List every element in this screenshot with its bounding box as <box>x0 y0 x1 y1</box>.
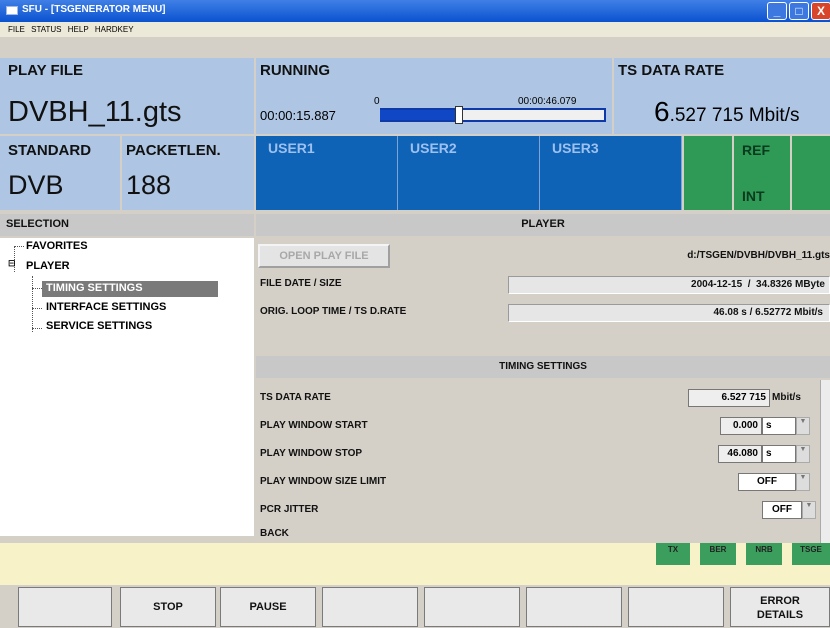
play-window-size-limit-select[interactable]: OFF <box>738 473 796 491</box>
app-icon <box>6 6 18 15</box>
window-title: SFU - [TSGENERATOR MENU] <box>22 4 166 15</box>
ref-box: REF INT <box>734 136 790 210</box>
ts-data-rate-field[interactable]: 6.527 715 <box>688 389 770 407</box>
selection-tree: FAVORITES ⊟ PLAYER TIMING SETTINGS INTER… <box>0 238 254 536</box>
timing-settings-header: TIMING SETTINGS <box>256 356 830 378</box>
tree-line <box>32 328 42 329</box>
ts-rate-panel: TS DATA RATE 6.527 715 Mbit/s <box>614 58 830 134</box>
loop-time-label: ORIG. LOOP TIME / TS D.RATE <box>260 306 407 317</box>
play-window-stop-unit[interactable]: s <box>762 445 796 463</box>
ber-indicator: BER <box>700 543 736 565</box>
total-time: 00:00:46.079 <box>518 96 577 107</box>
status-green-box <box>684 136 732 210</box>
file-date-label: FILE DATE / SIZE <box>260 278 342 289</box>
standard-label: STANDARD <box>8 142 92 159</box>
progress-thumb[interactable] <box>455 106 463 124</box>
tree-line <box>14 246 24 247</box>
play-window-start-field[interactable]: 0.000 <box>720 417 762 435</box>
packetlen-label: PACKETLEN. <box>126 142 221 159</box>
user1-box[interactable]: USER1 <box>256 136 398 210</box>
ts-rate-value-frac: .527 715 Mbit/s <box>669 105 800 126</box>
play-window-size-limit-label: PLAY WINDOW SIZE LIMIT <box>260 476 387 487</box>
play-window-start-label: PLAY WINDOW START <box>260 420 368 431</box>
user2-label: USER2 <box>410 140 457 156</box>
play-file-panel: PLAY FILE DVBH_11.gts <box>0 58 254 134</box>
softkey-5[interactable] <box>424 587 520 627</box>
play-file-value: DVBH_11.gts <box>8 96 182 128</box>
ts-data-rate-label: TS DATA RATE <box>260 392 331 403</box>
menu-status[interactable]: STATUS <box>31 25 61 34</box>
nrb-indicator: NRB <box>746 543 782 565</box>
file-date-value: 2004-12-15 / 34.8326 MByte <box>508 276 830 294</box>
progress-fill <box>380 110 457 120</box>
progress-start-mark: 0 <box>374 96 380 107</box>
ts-rate-value: 6.527 715 Mbit/s <box>654 96 800 128</box>
tree-item-timing-settings[interactable]: TIMING SETTINGS <box>42 281 218 297</box>
menu-hardkey[interactable]: HARDKEY <box>95 25 134 34</box>
file-path: d:/TSGEN/DVBH/DVBH_11.gts <box>687 250 830 261</box>
user2-box[interactable]: USER2 <box>398 136 540 210</box>
status-green-box-2 <box>792 136 830 210</box>
packetlen-panel: PACKETLEN. 188 <box>122 136 254 210</box>
tsge-indicator: TSGE <box>792 543 830 565</box>
play-window-stop-label: PLAY WINDOW STOP <box>260 448 363 459</box>
player-header: PLAYER <box>256 214 830 236</box>
pcr-jitter-dropdown-icon[interactable]: ▼ <box>802 501 816 519</box>
tree-expand-icon[interactable]: ⊟ <box>8 258 16 269</box>
menu-help[interactable]: HELP <box>68 25 89 34</box>
ts-rate-value-int: 6 <box>654 96 670 127</box>
tree-line <box>32 308 42 309</box>
ts-rate-label: TS DATA RATE <box>618 62 725 79</box>
ref-value: INT <box>742 188 765 204</box>
tree-item-service-settings[interactable]: SERVICE SETTINGS <box>46 320 152 332</box>
close-icon[interactable]: X <box>811 2 830 20</box>
loop-time-value: 46.08 s / 6.52772 Mbit/s <box>508 304 830 322</box>
tx-indicator: TX <box>656 543 690 565</box>
menu-file[interactable]: FILE <box>8 25 25 34</box>
tree-item-player[interactable]: PLAYER <box>26 260 70 272</box>
stop-button[interactable]: STOP <box>120 587 216 627</box>
pcr-jitter-label: PCR JITTER <box>260 504 319 515</box>
softkey-1[interactable] <box>18 587 112 627</box>
ref-label: REF <box>742 142 770 158</box>
back-item[interactable]: BACK <box>260 528 289 539</box>
softkey-6[interactable] <box>526 587 622 627</box>
play-file-label: PLAY FILE <box>8 62 84 79</box>
play-window-start-unit[interactable]: s <box>762 417 796 435</box>
status-bar-lower <box>0 565 830 585</box>
tree-line <box>32 288 42 289</box>
play-window-stop-dropdown-icon[interactable]: ▼ <box>796 445 810 463</box>
selection-header: SELECTION <box>0 214 254 236</box>
user1-label: USER1 <box>268 140 315 156</box>
ts-data-rate-unit: Mbit/s <box>772 392 801 403</box>
softkey-4[interactable] <box>322 587 418 627</box>
play-window-size-limit-dropdown-icon[interactable]: ▼ <box>796 473 810 491</box>
running-panel: RUNNING 00:00:15.887 0 00:00:46.079 <box>256 58 612 134</box>
pause-button[interactable]: PAUSE <box>220 587 316 627</box>
running-label: RUNNING <box>260 62 330 79</box>
tree-line <box>32 276 33 332</box>
play-window-stop-field[interactable]: 46.080 <box>718 445 762 463</box>
elapsed-time: 00:00:15.887 <box>260 108 336 123</box>
open-play-file-button[interactable]: OPEN PLAY FILE <box>258 244 390 268</box>
standard-value: DVB <box>8 170 64 200</box>
tree-item-favorites[interactable]: FAVORITES <box>26 240 88 252</box>
user3-box[interactable]: USER3 <box>540 136 682 210</box>
softkey-7[interactable] <box>628 587 724 627</box>
timing-scrollbar[interactable] <box>820 380 830 543</box>
user3-label: USER3 <box>552 140 599 156</box>
pcr-jitter-select[interactable]: OFF <box>762 501 802 519</box>
play-window-start-dropdown-icon[interactable]: ▼ <box>796 417 810 435</box>
timing-settings-list: TS DATA RATE 6.527 715 Mbit/s PLAY WINDO… <box>256 380 820 543</box>
menu-bar: FILE STATUS HELP HARDKEY <box>0 22 830 37</box>
packetlen-value: 188 <box>126 170 172 200</box>
standard-panel: STANDARD DVB <box>0 136 120 210</box>
maximize-icon[interactable]: □ <box>789 2 809 20</box>
title-bar: SFU - [TSGENERATOR MENU] _ □ X <box>0 0 830 22</box>
tree-item-interface-settings[interactable]: INTERFACE SETTINGS <box>46 301 166 313</box>
error-details-button[interactable]: ERROR DETAILS <box>730 587 830 627</box>
minimize-icon[interactable]: _ <box>767 2 787 20</box>
